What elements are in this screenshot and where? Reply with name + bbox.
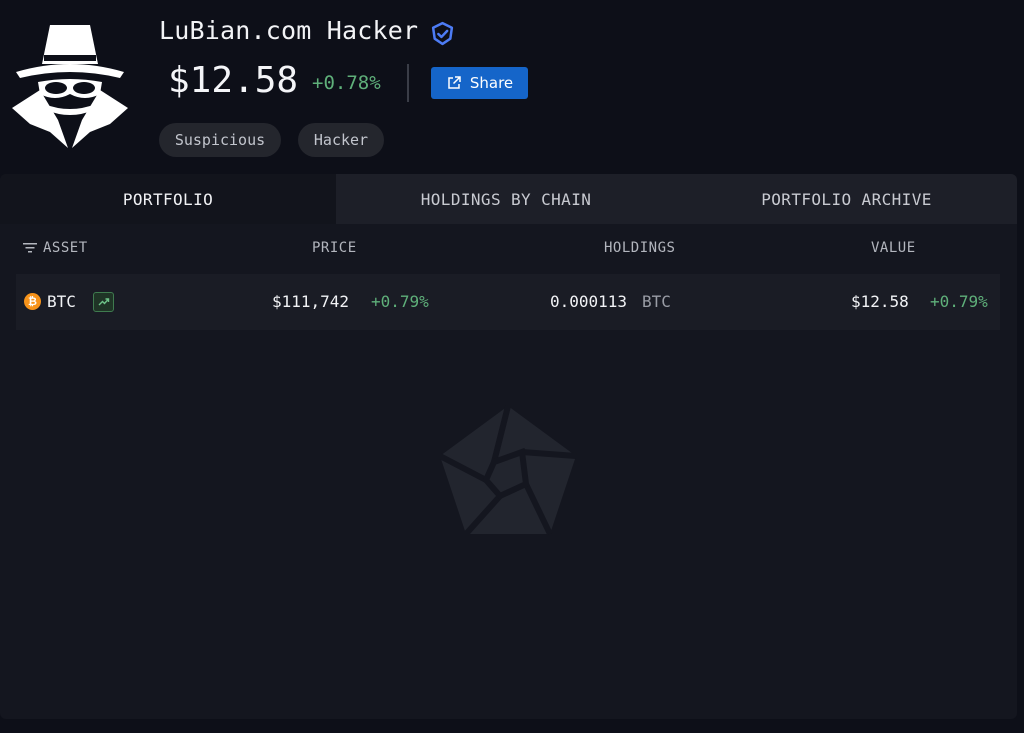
filter-icon[interactable] xyxy=(23,242,37,254)
tab-holdings-by-chain[interactable]: HOLDINGS BY CHAIN xyxy=(336,174,676,224)
tag-hacker[interactable]: Hacker xyxy=(298,123,384,157)
share-button[interactable]: Share xyxy=(431,67,528,99)
asset-symbol: BTC xyxy=(47,292,76,311)
asset-price: $111,742 xyxy=(272,292,350,311)
balance-change: +0.78% xyxy=(312,72,381,94)
external-link-icon xyxy=(448,76,461,89)
price-change: +0.79% xyxy=(371,292,429,311)
tab-portfolio-archive[interactable]: PORTFOLIO ARCHIVE xyxy=(676,174,1017,224)
verified-badge-icon xyxy=(431,21,454,46)
bitcoin-icon: ₿ xyxy=(24,293,41,310)
table-row[interactable]: ₿ BTC $111,742 +0.79% 0.000113 BTC $12.5… xyxy=(16,274,1000,330)
holdings-unit: BTC xyxy=(642,292,671,311)
tab-bar: PORTFOLIO HOLDINGS BY CHAIN PORTFOLIO AR… xyxy=(0,174,1017,224)
column-header-asset[interactable]: ASSET xyxy=(43,240,88,256)
value-change: +0.79% xyxy=(930,292,988,311)
entity-name: LuBian.com Hacker xyxy=(159,16,419,45)
hacker-spy-icon xyxy=(12,25,128,148)
column-header-price[interactable]: PRICE xyxy=(312,240,357,256)
entity-header: LuBian.com Hacker $12.58 +0.78% Share Su… xyxy=(0,0,1024,172)
share-label: Share xyxy=(469,74,514,92)
column-header-value[interactable]: VALUE xyxy=(871,240,916,256)
tab-portfolio[interactable]: PORTFOLIO xyxy=(0,174,336,224)
arkham-logo-icon xyxy=(438,405,577,536)
divider xyxy=(407,64,409,102)
portfolio-balance: $12.58 xyxy=(168,60,299,101)
holdings-amount: 0.000113 xyxy=(550,292,628,311)
column-header-holdings[interactable]: HOLDINGS xyxy=(604,240,675,256)
tag-suspicious[interactable]: Suspicious xyxy=(159,123,281,157)
trending-up-icon[interactable] xyxy=(93,292,114,312)
portfolio-panel: PORTFOLIO HOLDINGS BY CHAIN PORTFOLIO AR… xyxy=(0,174,1017,719)
asset-value: $12.58 xyxy=(851,292,909,311)
